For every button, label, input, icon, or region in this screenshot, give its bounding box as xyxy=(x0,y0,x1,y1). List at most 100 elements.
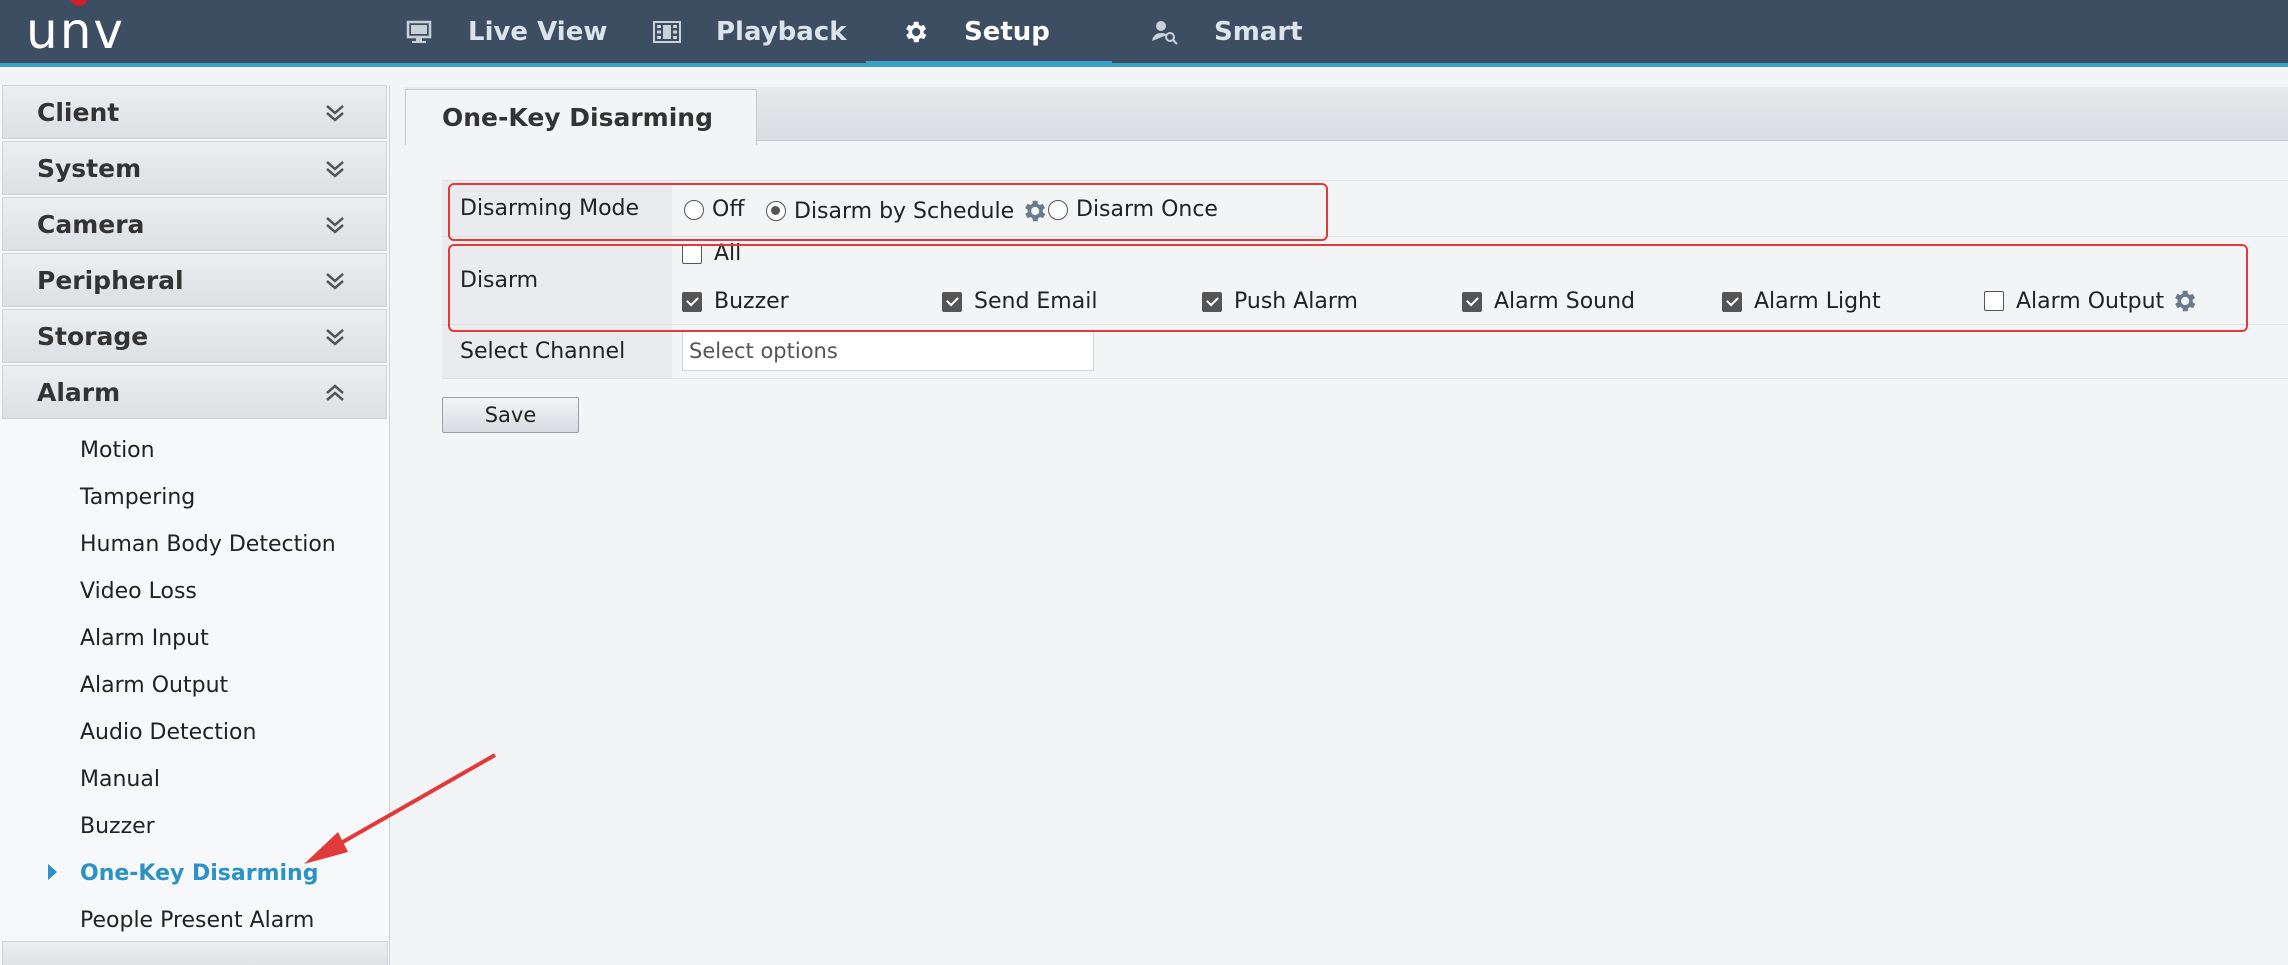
top-bar: unv Live View Playback Setup Smart xyxy=(0,0,2288,67)
nav-label: Playback xyxy=(716,16,847,47)
sidebar-item-audio-detection[interactable]: Audio Detection xyxy=(0,709,389,756)
radio-circle xyxy=(684,199,704,220)
sidebar-item-label: Alarm Input xyxy=(80,626,209,651)
checkbox-label: Alarm Sound xyxy=(1494,289,1636,314)
checkbox-box xyxy=(1722,291,1742,312)
chevron-double-down-icon xyxy=(326,329,344,346)
nav-label: Smart xyxy=(1214,16,1303,47)
radio-label: Disarm by Schedule xyxy=(794,198,1015,224)
checkbox-label: Alarm Light xyxy=(1754,289,1881,314)
checkbox-box xyxy=(682,291,702,312)
sidebar-section-storage[interactable]: Storage xyxy=(2,309,387,363)
checkbox-alarm-output[interactable]: Alarm Output xyxy=(1984,287,2198,315)
disarming-mode-options: Off Disarm by Schedule Disarm Once xyxy=(672,181,2288,236)
sidebar-section-camera[interactable]: Camera xyxy=(2,197,387,251)
tab-one-key-disarming[interactable]: One-Key Disarming xyxy=(405,89,757,145)
checkbox-push-alarm[interactable]: Push Alarm xyxy=(1202,289,1358,314)
sidebar-item-label: Buzzer xyxy=(80,814,155,839)
sidebar-section-system[interactable]: System xyxy=(2,141,387,195)
gear-icon xyxy=(900,17,930,47)
section-label: Camera xyxy=(37,209,145,239)
chevron-double-down-icon xyxy=(326,273,344,290)
sidebar-item-label: One-Key Disarming xyxy=(80,861,319,886)
checkbox-label: Buzzer xyxy=(714,289,789,314)
radio-label: Disarm Once xyxy=(1076,197,1218,222)
alarm-output-gear-icon[interactable] xyxy=(2170,287,2198,315)
sidebar-item-alarm-output[interactable]: Alarm Output xyxy=(0,662,389,709)
checkbox-box xyxy=(1984,291,2004,311)
monitor-icon xyxy=(404,17,434,47)
radio-circle xyxy=(766,201,786,221)
sidebar-item-label: Audio Detection xyxy=(80,720,257,745)
radio-disarm-by-schedule[interactable]: Disarm by Schedule xyxy=(766,197,1048,225)
user-search-icon xyxy=(1150,17,1180,47)
select-channel-row: Select Channel Select options xyxy=(442,324,2288,379)
save-button[interactable]: Save xyxy=(442,397,579,433)
select-channel-content: Select options xyxy=(672,325,2288,378)
section-label: Client xyxy=(37,97,120,127)
sidebar-item-video-loss[interactable]: Video Loss xyxy=(0,568,389,615)
logo-text: unv xyxy=(26,2,125,60)
radio-off[interactable]: Off xyxy=(684,197,744,222)
chevron-double-down-icon xyxy=(326,161,344,178)
sidebar-item-label: Human Body Detection xyxy=(80,532,336,557)
sidebar-item-motion[interactable]: Motion xyxy=(0,427,389,474)
sidebar-item-human-body-detection[interactable]: Human Body Detection xyxy=(0,521,389,568)
checkbox-alarm-light[interactable]: Alarm Light xyxy=(1722,289,1881,314)
checkbox-box xyxy=(682,243,702,264)
nav-playback[interactable]: Playback xyxy=(652,0,847,63)
main-panel: One-Key Disarming Disarming Mode Off Dis… xyxy=(405,85,2288,965)
nav-label: Live View xyxy=(468,16,608,47)
disarming-form: Disarming Mode Off Disarm by Schedule Di… xyxy=(442,180,2288,379)
tab-strip: One-Key Disarming xyxy=(405,87,2288,145)
sidebar-item-label: Tampering xyxy=(80,485,196,510)
section-label: Peripheral xyxy=(37,265,184,295)
checkbox-box xyxy=(1462,291,1482,312)
checkbox-alarm-sound[interactable]: Alarm Sound xyxy=(1462,289,1635,314)
disarm-label: Disarm xyxy=(442,237,672,324)
disarming-mode-label: Disarming Mode xyxy=(442,181,672,236)
sidebar-section-alarm[interactable]: Alarm xyxy=(2,365,387,419)
nav-setup[interactable]: Setup xyxy=(900,0,1050,63)
checkbox-label: Alarm Output xyxy=(2016,288,2165,314)
sidebar-section-next[interactable] xyxy=(2,941,388,965)
section-label: Storage xyxy=(37,321,149,351)
schedule-gear-icon[interactable] xyxy=(1020,197,1048,225)
sidebar-item-alarm-input[interactable]: Alarm Input xyxy=(0,615,389,662)
checkbox-box xyxy=(1202,291,1222,312)
select-channel-input[interactable]: Select options xyxy=(682,331,1094,371)
unv-logo: unv xyxy=(26,0,125,60)
checkbox-buzzer[interactable]: Buzzer xyxy=(682,289,789,314)
nav-smart[interactable]: Smart xyxy=(1150,0,1303,63)
sidebar-section-client[interactable]: Client xyxy=(2,85,387,139)
radio-circle xyxy=(1048,199,1068,220)
sidebar-item-tampering[interactable]: Tampering xyxy=(0,474,389,521)
section-label: Alarm xyxy=(37,377,121,407)
radio-label: Off xyxy=(712,197,745,222)
checkbox-label: Push Alarm xyxy=(1234,289,1358,314)
checkbox-all[interactable]: All xyxy=(682,241,741,266)
disarming-mode-row: Disarming Mode Off Disarm by Schedule Di… xyxy=(442,180,2288,236)
sidebar-section-peripheral[interactable]: Peripheral xyxy=(2,253,387,307)
active-arrow-icon xyxy=(48,864,57,880)
disarm-options: All Buzzer Send Email Push Alarm Alarm S… xyxy=(672,237,2288,324)
checkbox-label: All xyxy=(714,241,742,266)
sidebar-item-label: Alarm Output xyxy=(80,673,229,698)
checkbox-send-email[interactable]: Send Email xyxy=(942,289,1097,314)
nav-live-view[interactable]: Live View xyxy=(404,0,607,63)
sidebar-item-label: Video Loss xyxy=(80,579,197,604)
disarm-row: Disarm All Buzzer Send Email Push Alarm xyxy=(442,236,2288,324)
sidebar-item-people-present-alarm[interactable]: People Present Alarm xyxy=(0,897,389,944)
sidebar-item-label: Manual xyxy=(80,767,160,792)
chevron-double-up-icon xyxy=(326,384,344,401)
checkbox-label: Send Email xyxy=(974,289,1098,314)
radio-disarm-once[interactable]: Disarm Once xyxy=(1048,197,1218,222)
select-channel-label: Select Channel xyxy=(442,325,672,378)
chevron-double-down-icon xyxy=(326,105,344,122)
tab-label: One-Key Disarming xyxy=(442,103,713,132)
sidebar-item-label: Motion xyxy=(80,438,155,463)
sidebar-item-label: People Present Alarm xyxy=(80,908,315,933)
checkbox-box xyxy=(942,291,962,312)
section-label: System xyxy=(37,153,142,183)
nav-label: Setup xyxy=(964,16,1050,47)
